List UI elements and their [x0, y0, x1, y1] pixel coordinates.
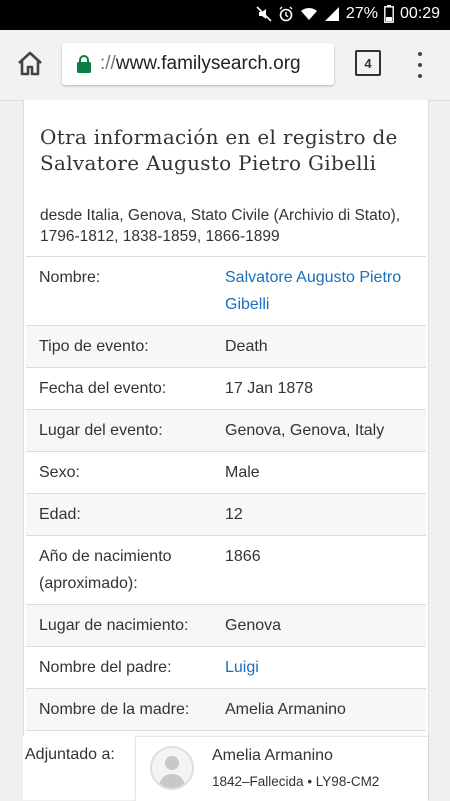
menu-dot-icon: [418, 74, 422, 78]
mute-icon: [256, 6, 272, 22]
status-right: 27% 00:29: [256, 5, 440, 23]
status-icons: [256, 6, 340, 22]
tab-switcher-button[interactable]: 4: [355, 50, 381, 76]
lock-icon: [77, 55, 91, 73]
table-row: Lugar del evento: Genova, Genova, Italy: [26, 409, 426, 452]
field-value-cell: 17 Jan 1878: [213, 367, 426, 410]
record-details-table: Nombre: Salvatore Augusto Pietro Gibelli T…: [26, 256, 426, 773]
field-value-cell: Death: [213, 325, 426, 368]
field-label: Nombre del padre:: [26, 646, 213, 689]
field-label: Nombre de la madre:: [26, 688, 213, 731]
field-value-link[interactable]: Salvatore Augusto Pietro Gibelli: [225, 269, 401, 313]
field-value-cell: Genova, Genova, Italy: [213, 409, 426, 452]
attached-label: Adjuntado a:: [25, 746, 115, 763]
field-value-cell: Amelia Armanino: [213, 688, 426, 731]
field-value: Genova, Genova, Italy: [225, 422, 385, 439]
person-name: Amelia Armanino: [212, 747, 333, 764]
overflow-menu-button[interactable]: [410, 52, 430, 78]
url-domain: www.familysearch.org: [115, 53, 301, 74]
url-text: ://www.familysearch.org: [100, 53, 301, 75]
field-label: Nombre:: [26, 256, 213, 326]
clock-time: 00:29: [399, 5, 440, 22]
field-label: Año de nacimiento (aproximado):: [26, 535, 213, 605]
home-button[interactable]: [14, 48, 46, 80]
table-row: Tipo de evento: Death: [26, 325, 426, 368]
table-row: Sexo: Male: [26, 451, 426, 494]
record-collection: desde Italia, Genova, Stato Civile (Arch…: [40, 207, 401, 245]
attached-person-card[interactable]: Amelia Armanino 1842–Fallecida • LY98-CM…: [135, 736, 428, 801]
field-value: Male: [225, 464, 260, 481]
field-value: 1866: [225, 548, 261, 565]
menu-dot-icon: [418, 63, 422, 67]
menu-dot-icon: [418, 52, 422, 56]
field-label: Fecha del evento:: [26, 367, 213, 410]
table-row: Nombre de la madre: Amelia Armanino: [26, 688, 426, 731]
wifi-icon: [300, 7, 317, 20]
status-bar: 27% 00:29: [0, 0, 450, 30]
table-row: Fecha del evento: 17 Jan 1878: [26, 367, 426, 410]
battery-icon: [384, 5, 394, 23]
person-avatar: [150, 746, 194, 790]
home-icon: [18, 51, 42, 76]
field-label: Edad:: [26, 493, 213, 536]
table-row: Edad: 12: [26, 493, 426, 536]
field-value-cell: Salvatore Augusto Pietro Gibelli: [213, 256, 426, 326]
field-value-cell: Luigi: [213, 646, 426, 689]
record-title: Otra información en el registro de Salva…: [40, 125, 398, 175]
field-value: Amelia Armanino: [225, 701, 346, 718]
alarm-icon: [279, 6, 293, 22]
person-meta: 1842–Fallecida • LY98-CM2: [212, 774, 380, 789]
signal-icon: [324, 7, 339, 21]
field-value-cell: Genova: [213, 604, 426, 647]
field-label: Lugar de nacimiento:: [26, 604, 213, 647]
table-row: Nombre: Salvatore Augusto Pietro Gibelli: [26, 256, 426, 326]
field-value-cell: 1866: [213, 535, 426, 605]
field-value: 12: [225, 506, 243, 523]
address-bar[interactable]: ://www.familysearch.org: [62, 43, 334, 85]
battery-percent: 27%: [345, 5, 378, 22]
field-label: Sexo:: [26, 451, 213, 494]
person-silhouette-icon: [159, 756, 185, 788]
field-value: Death: [225, 338, 268, 355]
field-label: Lugar del evento:: [26, 409, 213, 452]
field-value-cell: Male: [213, 451, 426, 494]
table-row: Nombre del padre: Luigi: [26, 646, 426, 689]
table-row: Año de nacimiento (aproximado): 1866: [26, 535, 426, 605]
field-value-cell: 12: [213, 493, 426, 536]
field-value-link[interactable]: Luigi: [225, 659, 259, 676]
attached-section: Adjuntado a: Amelia Armanino 1842–Fallec…: [23, 736, 428, 801]
field-value: 17 Jan 1878: [225, 380, 314, 397]
table-row: Lugar de nacimiento: Genova: [26, 604, 426, 647]
url-prefix: ://: [100, 53, 116, 74]
field-value: Genova: [225, 617, 282, 634]
field-label: Tipo de evento:: [26, 325, 213, 368]
browser-toolbar: ://www.familysearch.org 4: [0, 30, 450, 101]
